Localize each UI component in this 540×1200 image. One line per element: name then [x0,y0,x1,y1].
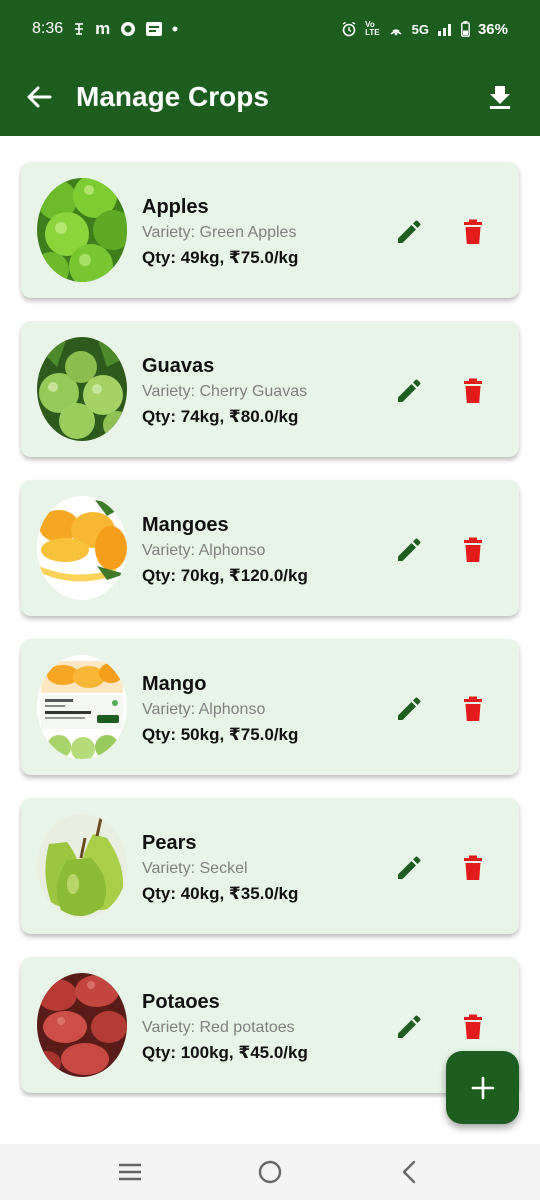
back-arrow-icon[interactable] [24,82,54,112]
alarm-icon [341,21,357,37]
delete-icon[interactable] [459,854,487,882]
download-icon[interactable] [484,81,516,113]
status-bar: 8:36 m Vo LTE 5G 36% [0,0,540,58]
crop-name: Guavas [142,355,215,377]
crop-name: Mango [142,673,207,695]
delete-icon[interactable] [459,377,487,405]
system-nav-bar [0,1144,540,1200]
edit-icon[interactable] [395,536,423,564]
crop-card: Mango Variety: Alphonso Qty: 50kg, ₹75.0… [21,639,519,775]
hotspot-icon [388,22,404,36]
signal-stack-icon [73,22,85,36]
whatsapp-icon [120,21,136,37]
battery-icon [461,21,470,37]
signal-strength-icon [437,22,453,36]
crop-image [37,337,127,441]
crop-variety: Variety: Alphonso [142,542,266,559]
crop-name: Apples [142,196,209,218]
edit-icon[interactable] [395,218,423,246]
crop-name: Mangoes [142,514,229,536]
m-app-icon: m [95,19,111,38]
delete-icon[interactable] [459,218,487,246]
crop-card: Pears Variety: Seckel Qty: 40kg, ₹35.0/k… [21,798,519,934]
add-crop-button[interactable] [446,1051,519,1124]
crop-image [37,178,127,282]
crop-variety: Variety: Green Apples [142,224,297,241]
plus-icon [471,1076,494,1099]
crop-list[interactable]: Apples Variety: Green Apples Qty: 49kg, … [0,136,540,1098]
delete-icon[interactable] [459,1013,487,1041]
crop-variety: Variety: Cherry Guavas [142,383,308,400]
crop-image [37,973,127,1077]
crop-card: Guavas Variety: Cherry Guavas Qty: 74kg,… [21,321,519,457]
status-time: 8:36 [32,20,64,37]
crop-variety: Variety: Red potatoes [142,1019,295,1036]
crop-name: Pears [142,832,197,854]
message-icon [146,22,163,36]
crop-quantity-price: Qty: 100kg, ₹45.0/kg [142,1043,308,1062]
crop-card: Potaoes Variety: Red potatoes Qty: 100kg… [21,957,519,1093]
crop-card: Mangoes Variety: Alphonso Qty: 70kg, ₹12… [21,480,519,616]
crop-quantity-price: Qty: 50kg, ₹75.0/kg [142,725,299,744]
back-icon[interactable] [394,1156,426,1188]
volte-icon: Vo LTE [365,20,380,37]
recent-apps-icon[interactable] [114,1156,146,1188]
crop-image [37,814,127,918]
crop-image [37,496,127,600]
crop-name: Potaoes [142,991,220,1013]
delete-icon[interactable] [459,695,487,723]
delete-icon[interactable] [459,536,487,564]
crop-card: Apples Variety: Green Apples Qty: 49kg, … [21,162,519,298]
battery-percentage: 36% [477,20,508,38]
dot-icon [172,26,178,32]
crop-variety: Variety: Seckel [142,860,248,877]
crop-image [37,655,127,759]
edit-icon[interactable] [395,854,423,882]
crop-quantity-price: Qty: 70kg, ₹120.0/kg [142,566,308,585]
edit-icon[interactable] [395,1013,423,1041]
crop-quantity-price: Qty: 74kg, ₹80.0/kg [142,407,299,426]
crop-variety: Variety: Alphonso [142,701,266,718]
page-title: Manage Crops [76,81,269,112]
crop-quantity-price: Qty: 40kg, ₹35.0/kg [142,884,299,903]
crop-quantity-price: Qty: 49kg, ₹75.0/kg [142,248,299,267]
app-bar: Manage Crops [0,58,540,136]
edit-icon[interactable] [395,377,423,405]
home-icon[interactable] [254,1156,286,1188]
edit-icon[interactable] [395,695,423,723]
network-type: 5G [411,21,429,37]
